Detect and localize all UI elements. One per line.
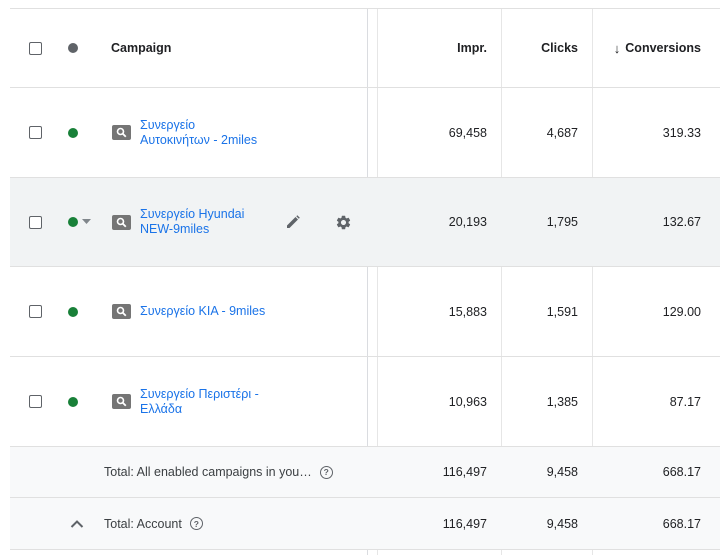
status-enabled-dot [68,217,78,227]
search-campaign-icon [112,125,131,140]
impr-cell: 10,963 [448,394,487,409]
total-account-label: Total: Account [104,516,182,531]
help-icon[interactable]: ? [319,465,333,479]
campaign-name-link[interactable]: Συνεργείο Περιστέρι - Ελλάδα [140,387,259,417]
conversions-header[interactable]: ↓ Conversions [592,9,701,87]
conversions-cell: 129.00 [662,304,701,319]
status-enabled-dot[interactable] [68,127,78,138]
total-row-enabled-campaigns: Total: All enabled campaigns in you… ? 1… [10,447,720,498]
help-icon[interactable]: ? [189,517,203,530]
campaign-name-line1: Συνεργείο KIA - 9miles [140,304,266,318]
total-row-account: Total: Account ? 116,497 9,458 668.17 [10,498,720,550]
search-campaign-icon [112,394,131,409]
status-menu[interactable] [68,178,91,266]
settings-button[interactable] [335,178,352,266]
campaign-name-link[interactable]: Συνεργείο Hyundai NEW-9miles [140,207,244,237]
status-header[interactable] [68,9,78,87]
select-all-cell [29,9,42,87]
status-enabled-dot[interactable] [68,306,78,317]
row-checkbox[interactable] [29,305,42,318]
table-row[interactable]: Συνεργείο Hyundai NEW-9miles 20,193 1,79… [10,178,720,267]
search-campaign-icon [112,214,131,230]
table-header: Campaign Impr. Clicks ↓ Conversions [10,8,720,88]
impr-cell: 20,193 [448,215,487,229]
clicks-header[interactable]: Clicks [501,9,578,87]
campaign-name-line2: Αυτοκινήτων - 2miles [140,132,258,147]
status-header-dot [68,43,78,53]
campaign-name-line2: NEW-9miles [140,222,210,236]
table-row[interactable]: Συνεργείο Αυτοκινήτων - 2miles 69,458 4,… [10,88,720,178]
chevron-up-icon [70,520,84,528]
total-enabled-label: Total: All enabled campaigns in you… [104,465,312,479]
table-row[interactable]: Συνεργείο Περιστέρι - Ελλάδα 10,963 1,38… [10,357,720,447]
table-row[interactable]: Συνεργείο KIA - 9miles 15,883 1,591 129.… [10,267,720,357]
campaign-name-line1: Συνεργείο [140,117,196,132]
status-enabled-dot[interactable] [68,396,78,407]
total-clicks: 9,458 [546,516,578,531]
total-impr: 116,497 [442,465,487,479]
conversions-cell: 87.17 [669,394,701,409]
clicks-cell: 1,795 [546,215,578,229]
pencil-icon [287,215,300,228]
row-checkbox[interactable] [29,215,42,229]
conversions-cell: 319.33 [662,125,701,140]
total-clicks: 9,458 [546,465,578,479]
total-impr: 116,497 [442,516,487,531]
total-conversions: 668.17 [662,465,701,479]
gear-icon [336,215,351,229]
row-checkbox[interactable] [29,126,42,139]
caret-down-icon [82,219,91,224]
campaign-name-link[interactable]: Συνεργείο Αυτοκινήτων - 2miles [140,118,257,148]
impr-header[interactable]: Impr. [377,9,487,87]
impr-cell: 15,883 [448,304,487,319]
row-checkbox[interactable] [29,395,42,408]
conversions-header-label: Conversions [625,41,701,55]
campaign-name-line2: Ελλάδα [140,401,183,416]
campaign-name-line1: Συνεργείο Περιστέρι - [140,386,259,401]
collapse-totals-button[interactable] [70,498,84,549]
conversions-cell: 132.67 [662,215,701,229]
clicks-cell: 4,687 [546,125,578,140]
clicks-cell: 1,385 [546,394,578,409]
campaign-name-link[interactable]: Συνεργείο KIA - 9miles [140,304,265,319]
clicks-cell: 1,591 [546,304,578,319]
campaign-header[interactable]: Campaign [111,9,171,87]
impr-cell: 69,458 [448,125,487,140]
sort-descending-icon: ↓ [613,40,621,56]
total-conversions: 668.17 [662,516,701,531]
edit-button[interactable] [286,178,300,266]
search-campaign-icon [112,304,131,319]
campaign-name-line1: Συνεργείο Hyundai [140,207,245,221]
select-all-checkbox[interactable] [29,41,42,55]
